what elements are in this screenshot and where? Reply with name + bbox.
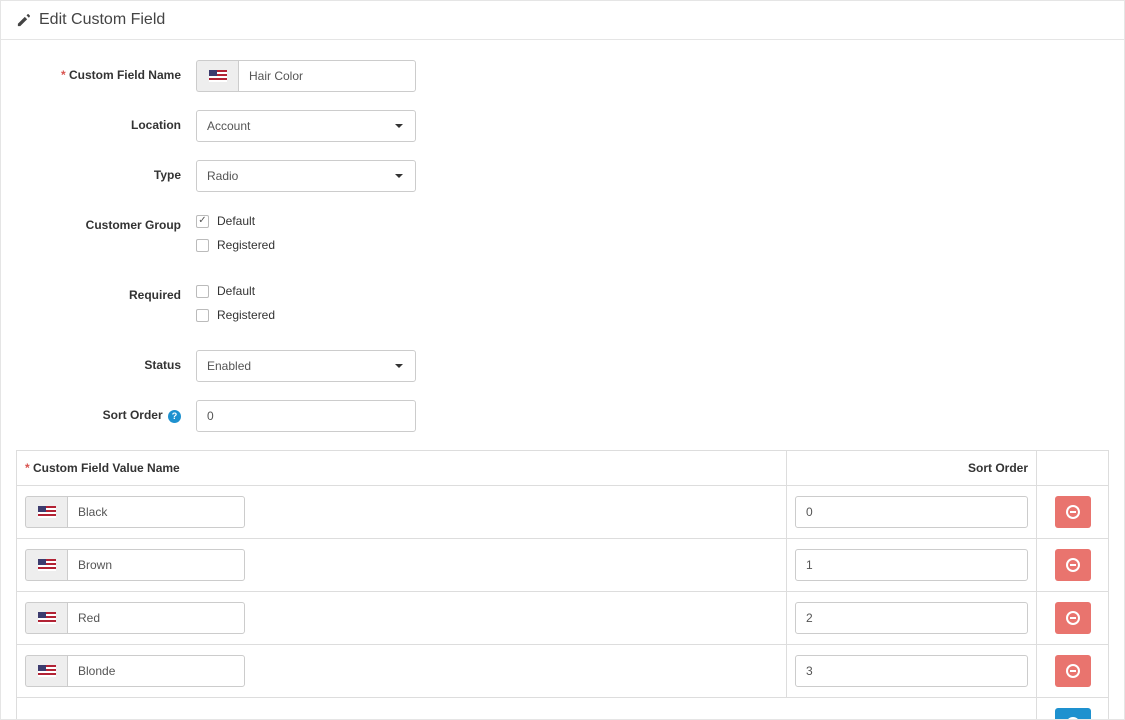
row-customer-group: Customer Group Default Registered xyxy=(16,210,1109,262)
value-sort-input[interactable] xyxy=(795,496,1028,528)
value-name-cell xyxy=(17,486,787,539)
flag-addon xyxy=(25,655,67,687)
table-row xyxy=(17,486,1109,539)
value-action-cell xyxy=(1037,539,1109,592)
status-select[interactable]: Enabled xyxy=(196,350,416,382)
value-sort-input[interactable] xyxy=(795,655,1028,687)
label-location: Location xyxy=(16,110,196,132)
value-name-input-group xyxy=(25,549,245,581)
table-row xyxy=(17,645,1109,698)
checkbox-icon xyxy=(196,239,209,252)
uk-flag-icon xyxy=(38,665,56,677)
custom-field-values-table: * Custom Field Value Name Sort Order xyxy=(16,450,1109,720)
col-header-action xyxy=(1037,451,1109,486)
add-row-cell xyxy=(1037,698,1109,720)
help-icon[interactable]: ? xyxy=(168,410,181,423)
cg-registered-checkbox[interactable]: Registered xyxy=(196,238,275,252)
table-row xyxy=(17,539,1109,592)
value-name-input-group xyxy=(25,655,245,687)
label-required: Required xyxy=(16,280,196,302)
checkbox-icon xyxy=(196,309,209,322)
remove-value-button[interactable] xyxy=(1055,602,1091,634)
label-custom-field-name: * Custom Field Name xyxy=(16,60,196,82)
value-name-input[interactable] xyxy=(67,496,245,528)
sort-order-input[interactable] xyxy=(196,400,416,432)
req-default-checkbox[interactable]: Default xyxy=(196,284,275,298)
panel-heading: Edit Custom Field xyxy=(1,1,1124,40)
value-name-input[interactable] xyxy=(67,602,245,634)
label-customer-group: Customer Group xyxy=(16,210,196,232)
value-action-cell xyxy=(1037,645,1109,698)
panel-title: Edit Custom Field xyxy=(39,11,165,29)
custom-field-name-input[interactable] xyxy=(238,60,416,92)
form-area: * Custom Field Name Location Account Typ… xyxy=(1,40,1124,720)
flag-addon xyxy=(25,602,67,634)
checkbox-icon xyxy=(196,215,209,228)
value-name-input-group xyxy=(25,496,245,528)
value-sort-cell xyxy=(787,645,1037,698)
checkbox-icon xyxy=(196,285,209,298)
uk-flag-icon xyxy=(38,559,56,571)
input-group-name xyxy=(196,60,416,92)
value-name-input[interactable] xyxy=(67,655,245,687)
location-select[interactable]: Account xyxy=(196,110,416,142)
customer-group-checklist: Default Registered xyxy=(196,210,275,262)
flag-addon xyxy=(25,496,67,528)
row-type: Type Radio xyxy=(16,160,1109,192)
add-value-button[interactable] xyxy=(1055,708,1091,720)
label-type: Type xyxy=(16,160,196,182)
table-row xyxy=(17,592,1109,645)
row-location: Location Account xyxy=(16,110,1109,142)
required-checklist: Default Registered xyxy=(196,280,275,332)
value-name-cell xyxy=(17,645,787,698)
label-status: Status xyxy=(16,350,196,372)
flag-addon xyxy=(25,549,67,581)
uk-flag-icon xyxy=(38,506,56,518)
uk-flag-icon xyxy=(38,612,56,624)
minus-circle-icon xyxy=(1066,558,1080,572)
remove-value-button[interactable] xyxy=(1055,549,1091,581)
value-action-cell xyxy=(1037,592,1109,645)
col-header-name: * Custom Field Value Name xyxy=(17,451,787,486)
pencil-icon xyxy=(16,13,31,28)
value-name-cell xyxy=(17,539,787,592)
value-name-input[interactable] xyxy=(67,549,245,581)
minus-circle-icon xyxy=(1066,505,1080,519)
value-name-cell xyxy=(17,592,787,645)
remove-value-button[interactable] xyxy=(1055,496,1091,528)
flag-addon xyxy=(196,60,238,92)
edit-custom-field-panel: Edit Custom Field * Custom Field Name Lo… xyxy=(0,0,1125,720)
minus-circle-icon xyxy=(1066,664,1080,678)
type-select[interactable]: Radio xyxy=(196,160,416,192)
remove-value-button[interactable] xyxy=(1055,655,1091,687)
row-required: Required Default Registered xyxy=(16,280,1109,332)
label-sort-order: Sort Order ? xyxy=(16,400,196,423)
uk-flag-icon xyxy=(209,70,227,82)
caret-down-icon xyxy=(395,124,403,128)
value-sort-input[interactable] xyxy=(795,602,1028,634)
row-sort-order: Sort Order ? xyxy=(16,400,1109,432)
cg-default-checkbox[interactable]: Default xyxy=(196,214,275,228)
value-sort-input[interactable] xyxy=(795,549,1028,581)
minus-circle-icon xyxy=(1066,611,1080,625)
value-sort-cell xyxy=(787,592,1037,645)
req-registered-checkbox[interactable]: Registered xyxy=(196,308,275,322)
value-sort-cell xyxy=(787,539,1037,592)
col-header-sort: Sort Order xyxy=(787,451,1037,486)
value-name-input-group xyxy=(25,602,245,634)
row-status: Status Enabled xyxy=(16,350,1109,382)
row-custom-field-name: * Custom Field Name xyxy=(16,60,1109,92)
value-action-cell xyxy=(1037,486,1109,539)
caret-down-icon xyxy=(395,174,403,178)
caret-down-icon xyxy=(395,364,403,368)
value-sort-cell xyxy=(787,486,1037,539)
